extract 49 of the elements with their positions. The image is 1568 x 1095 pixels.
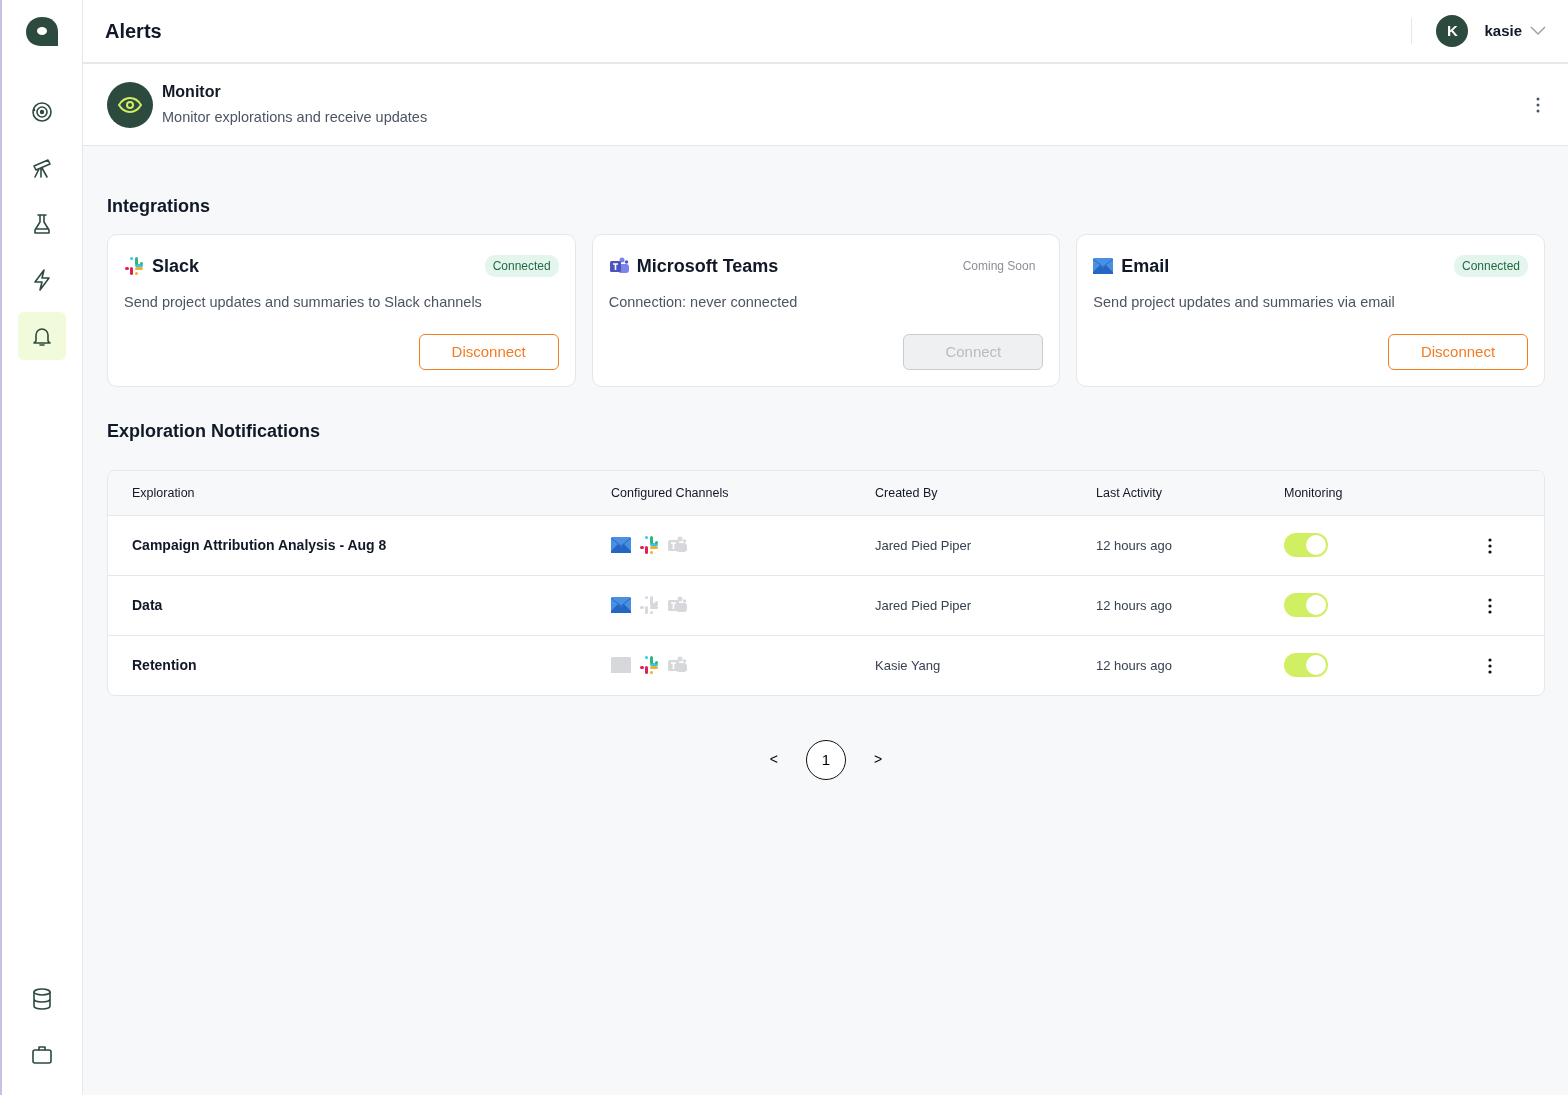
column-header: Monitoring — [1284, 484, 1344, 502]
creator-name: Jared Pied Piper — [875, 596, 973, 615]
integration-description: Send project updates and summaries to Slack channels — [124, 292, 483, 312]
monitor-subtitle: Monitor explorations and receive updates — [162, 108, 428, 128]
last-activity: 12 hours ago — [1096, 536, 1173, 555]
last-activity: 12 hours ago — [1096, 656, 1173, 675]
database-icon[interactable] — [30, 987, 54, 1011]
creator-name: Kasie Yang — [875, 656, 942, 675]
more-options-icon[interactable] — [1488, 598, 1492, 615]
status-label: Coming Soon — [961, 258, 1037, 276]
integration-description: Send project updates and summaries via email — [1093, 292, 1396, 312]
envelope-icon — [1093, 258, 1114, 275]
exploration-name[interactable]: Data — [132, 594, 611, 616]
briefcase-icon[interactable] — [30, 1043, 54, 1067]
section-title: Integrations — [107, 196, 211, 218]
telescope-icon[interactable] — [30, 156, 54, 180]
status-badge: Connected — [484, 255, 559, 278]
section-title: Exploration Notifications — [107, 421, 321, 443]
monitoring-toggle[interactable] — [1284, 533, 1328, 558]
integration-name: Microsoft Teams — [636, 254, 779, 278]
column-header: Last Activity — [1096, 484, 1163, 502]
app-logo[interactable] — [25, 16, 59, 48]
page-title: Alerts — [105, 19, 162, 43]
monitoring-toggle[interactable] — [1284, 653, 1328, 678]
orbit-icon[interactable] — [30, 100, 54, 124]
integration-name: Email — [1121, 254, 1170, 278]
integration-description: Connection: never connected — [608, 292, 799, 312]
column-header: Created By — [875, 484, 939, 502]
creator-name: Jared Pied Piper — [875, 536, 973, 555]
monitoring-toggle[interactable] — [1284, 593, 1328, 618]
more-options-icon[interactable] — [1536, 97, 1540, 114]
column-header: Exploration — [132, 484, 196, 502]
integration-name: Slack — [152, 254, 200, 278]
eye-icon — [107, 81, 153, 128]
exploration-name[interactable]: Campaign Attribution Analysis - Aug 8 — [132, 534, 611, 556]
user-name[interactable]: kasie — [1484, 19, 1522, 43]
next-page-button[interactable]: > — [870, 749, 887, 771]
slack-logo-icon — [124, 256, 144, 277]
page-button[interactable]: 1 — [806, 739, 846, 780]
exploration-name[interactable]: Retention — [132, 654, 611, 676]
more-options-icon[interactable] — [1488, 538, 1492, 555]
last-activity: 12 hours ago — [1096, 596, 1173, 615]
column-header: Configured Channels — [611, 484, 730, 502]
bell-nav-button[interactable] — [18, 312, 66, 360]
more-options-icon[interactable] — [1488, 658, 1492, 675]
user-avatar[interactable]: K — [1436, 15, 1469, 47]
previous-page-button[interactable]: < — [765, 749, 782, 771]
status-badge: Connected — [1453, 255, 1528, 278]
monitor-title: Monitor — [162, 82, 222, 103]
